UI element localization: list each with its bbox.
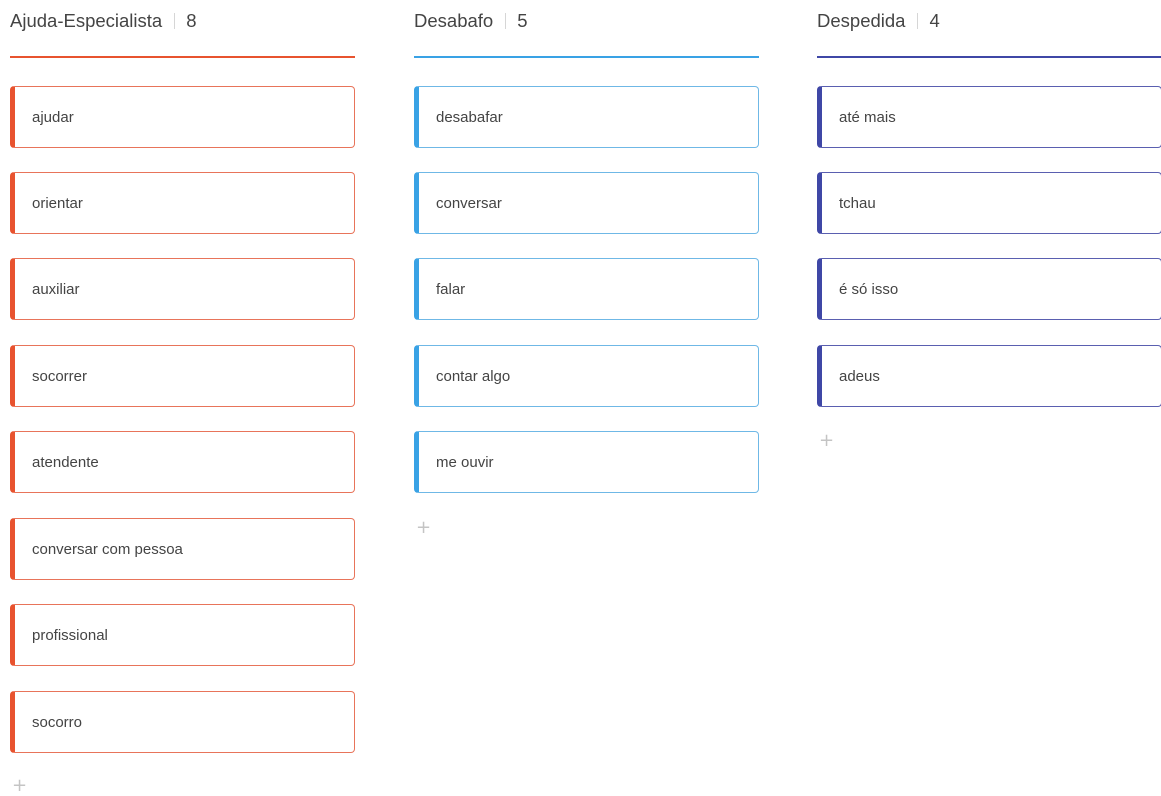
card-label: socorrer bbox=[32, 367, 88, 385]
card-label: ajudar bbox=[32, 108, 74, 126]
card-label: desabafar bbox=[436, 108, 503, 126]
card[interactable]: falar bbox=[414, 258, 759, 320]
column-header[interactable]: Ajuda-Especialista 8 bbox=[10, 8, 197, 34]
card[interactable]: orientar bbox=[10, 172, 355, 234]
card[interactable]: auxiliar bbox=[10, 258, 355, 320]
header-divider bbox=[917, 13, 919, 29]
column-title: Desabafo bbox=[414, 10, 494, 31]
card[interactable]: profissional bbox=[10, 604, 355, 666]
card[interactable]: socorrer bbox=[10, 345, 355, 407]
card-label: atendente bbox=[32, 453, 99, 471]
card-label: orientar bbox=[32, 194, 83, 212]
column-color-rule bbox=[817, 56, 1161, 58]
card-label: falar bbox=[436, 280, 466, 298]
column-color-rule bbox=[414, 56, 759, 58]
card-label: socorro bbox=[32, 713, 83, 731]
card[interactable]: conversar com pessoa bbox=[10, 518, 355, 580]
column-header[interactable]: Desabafo 5 bbox=[414, 8, 528, 34]
card-label: tchau bbox=[839, 194, 876, 212]
column-count: 8 bbox=[186, 10, 197, 31]
column-count: 4 bbox=[929, 10, 940, 31]
column-title: Ajuda-Especialista bbox=[10, 10, 163, 31]
card-label: até mais bbox=[839, 108, 896, 126]
card-label: adeus bbox=[839, 367, 880, 385]
plus-icon[interactable]: + bbox=[819, 432, 834, 450]
card-label: é só isso bbox=[839, 280, 899, 298]
card[interactable]: ajudar bbox=[10, 86, 355, 148]
card[interactable]: contar algo bbox=[414, 345, 759, 407]
card[interactable]: atendente bbox=[10, 431, 355, 493]
card-label: conversar com pessoa bbox=[32, 540, 183, 558]
header-divider bbox=[505, 13, 507, 29]
header-divider bbox=[174, 13, 176, 29]
column-title: Despedida bbox=[817, 10, 906, 31]
card-label: me ouvir bbox=[436, 453, 494, 471]
kanban-board: Ajuda-Especialista 8 ajudar orientar aux… bbox=[0, 0, 1161, 796]
card-label: profissional bbox=[32, 626, 108, 644]
card[interactable]: me ouvir bbox=[414, 431, 759, 493]
card[interactable]: tchau bbox=[817, 172, 1161, 234]
card[interactable]: socorro bbox=[10, 691, 355, 753]
card-label: conversar bbox=[436, 194, 502, 212]
plus-icon[interactable]: + bbox=[12, 777, 27, 795]
card[interactable]: adeus bbox=[817, 345, 1161, 407]
column-color-rule bbox=[10, 56, 355, 58]
card[interactable]: conversar bbox=[414, 172, 759, 234]
card[interactable]: é só isso bbox=[817, 258, 1161, 320]
card[interactable]: desabafar bbox=[414, 86, 759, 148]
card-label: auxiliar bbox=[32, 280, 80, 298]
column-header[interactable]: Despedida 4 bbox=[817, 8, 940, 34]
column-count: 5 bbox=[517, 10, 528, 31]
card-label: contar algo bbox=[436, 367, 511, 385]
card[interactable]: até mais bbox=[817, 86, 1161, 148]
plus-icon[interactable]: + bbox=[416, 519, 431, 537]
